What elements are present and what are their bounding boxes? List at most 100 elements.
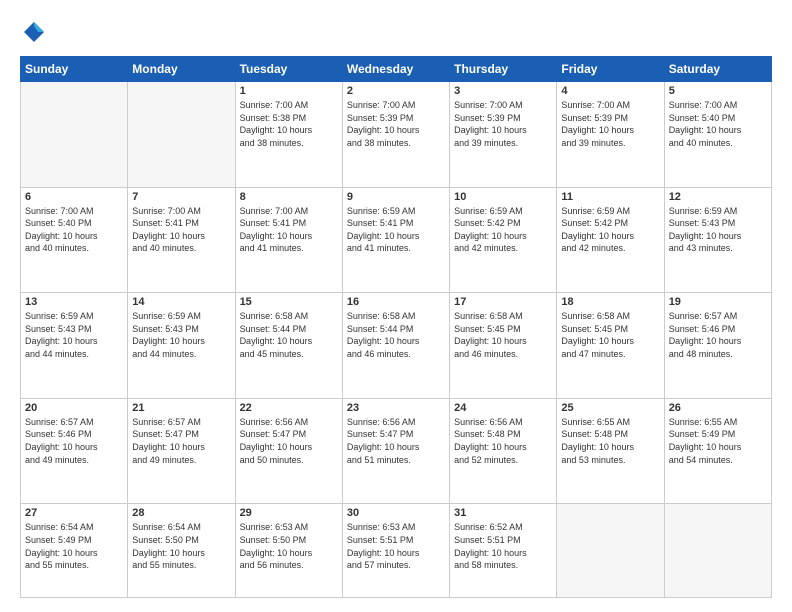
- calendar-cell: 7 Sunrise: 7:00 AMSunset: 5:41 PMDaylight…: [128, 187, 235, 293]
- calendar-cell: 22 Sunrise: 6:56 AMSunset: 5:47 PMDayligh…: [235, 398, 342, 504]
- calendar-cell: 25Sunrise: 6:55 AMSunset: 5:48 PMDayligh…: [557, 398, 664, 504]
- calendar-cell: 27Sunrise: 6:54 AMSunset: 5:49 PMDayligh…: [21, 504, 128, 598]
- day-number: 17: [454, 296, 552, 308]
- day-info: Sunrise: 7:00 AMSunset: 5:39 PMDaylight:…: [561, 99, 659, 149]
- day-number: 21: [132, 402, 230, 414]
- day-number: 6: [25, 191, 123, 203]
- day-number: 19: [669, 296, 767, 308]
- calendar-week-row: 13 Sunrise: 6:59 AMSunset: 5:43 PMDayligh…: [21, 293, 772, 399]
- calendar-cell: 1 Sunrise: 7:00 AMSunset: 5:38 PMDaylight…: [235, 82, 342, 188]
- day-info: Sunrise: 6:56 AMSunset: 5:47 PMDaylight:…: [347, 416, 445, 466]
- calendar-header-monday: Monday: [128, 57, 235, 82]
- logo-icon: [20, 18, 48, 46]
- calendar-header-saturday: Saturday: [664, 57, 771, 82]
- header: [20, 18, 772, 46]
- calendar-cell: 17Sunrise: 6:58 AMSunset: 5:45 PMDayligh…: [450, 293, 557, 399]
- calendar-cell: 31 Sunrise: 6:52 AMSunset: 5:51 PMDayligh…: [450, 504, 557, 598]
- calendar-cell: 24 Sunrise: 6:56 AMSunset: 5:48 PMDayligh…: [450, 398, 557, 504]
- day-number: 3: [454, 85, 552, 97]
- calendar-cell: 18 Sunrise: 6:58 AMSunset: 5:45 PMDayligh…: [557, 293, 664, 399]
- calendar-week-row: 27Sunrise: 6:54 AMSunset: 5:49 PMDayligh…: [21, 504, 772, 598]
- calendar-cell: 14 Sunrise: 6:59 AMSunset: 5:43 PMDayligh…: [128, 293, 235, 399]
- calendar-header-wednesday: Wednesday: [342, 57, 449, 82]
- day-info: Sunrise: 6:54 AMSunset: 5:49 PMDaylight:…: [25, 521, 123, 571]
- day-info: Sunrise: 7:00 AMSunset: 5:41 PMDaylight:…: [240, 205, 338, 255]
- calendar-cell: 11 Sunrise: 6:59 AMSunset: 5:42 PMDayligh…: [557, 187, 664, 293]
- calendar-header-sunday: Sunday: [21, 57, 128, 82]
- calendar-cell: 19 Sunrise: 6:57 AMSunset: 5:46 PMDayligh…: [664, 293, 771, 399]
- day-number: 4: [561, 85, 659, 97]
- calendar-week-row: 6 Sunrise: 7:00 AMSunset: 5:40 PMDaylight…: [21, 187, 772, 293]
- calendar-cell: 15 Sunrise: 6:58 AMSunset: 5:44 PMDayligh…: [235, 293, 342, 399]
- calendar-cell: 21 Sunrise: 6:57 AMSunset: 5:47 PMDayligh…: [128, 398, 235, 504]
- day-number: 25: [561, 402, 659, 414]
- calendar-cell: 12Sunrise: 6:59 AMSunset: 5:43 PMDayligh…: [664, 187, 771, 293]
- calendar-cell: 26Sunrise: 6:55 AMSunset: 5:49 PMDayligh…: [664, 398, 771, 504]
- day-info: Sunrise: 6:59 AMSunset: 5:42 PMDaylight:…: [454, 205, 552, 255]
- day-info: Sunrise: 7:00 AMSunset: 5:40 PMDaylight:…: [669, 99, 767, 149]
- day-number: 10: [454, 191, 552, 203]
- day-number: 16: [347, 296, 445, 308]
- calendar-cell: 2Sunrise: 7:00 AMSunset: 5:39 PMDaylight…: [342, 82, 449, 188]
- day-number: 7: [132, 191, 230, 203]
- day-info: Sunrise: 6:59 AMSunset: 5:42 PMDaylight:…: [561, 205, 659, 255]
- calendar-cell: 20Sunrise: 6:57 AMSunset: 5:46 PMDayligh…: [21, 398, 128, 504]
- day-number: 5: [669, 85, 767, 97]
- calendar-header-friday: Friday: [557, 57, 664, 82]
- day-info: Sunrise: 7:00 AMSunset: 5:38 PMDaylight:…: [240, 99, 338, 149]
- day-number: 30: [347, 507, 445, 519]
- day-number: 24: [454, 402, 552, 414]
- day-info: Sunrise: 7:00 AMSunset: 5:41 PMDaylight:…: [132, 205, 230, 255]
- day-number: 11: [561, 191, 659, 203]
- day-info: Sunrise: 6:59 AMSunset: 5:43 PMDaylight:…: [132, 310, 230, 360]
- calendar-cell: 29Sunrise: 6:53 AMSunset: 5:50 PMDayligh…: [235, 504, 342, 598]
- calendar-cell: 4 Sunrise: 7:00 AMSunset: 5:39 PMDaylight…: [557, 82, 664, 188]
- day-number: 20: [25, 402, 123, 414]
- calendar-cell: [557, 504, 664, 598]
- day-number: 18: [561, 296, 659, 308]
- calendar-cell: 6 Sunrise: 7:00 AMSunset: 5:40 PMDaylight…: [21, 187, 128, 293]
- day-info: Sunrise: 6:54 AMSunset: 5:50 PMDaylight:…: [132, 521, 230, 571]
- calendar-header-row: SundayMondayTuesdayWednesdayThursdayFrid…: [21, 57, 772, 82]
- calendar-cell: [664, 504, 771, 598]
- day-info: Sunrise: 6:59 AMSunset: 5:43 PMDaylight:…: [25, 310, 123, 360]
- day-number: 31: [454, 507, 552, 519]
- day-info: Sunrise: 6:58 AMSunset: 5:44 PMDaylight:…: [347, 310, 445, 360]
- day-info: Sunrise: 7:00 AMSunset: 5:40 PMDaylight:…: [25, 205, 123, 255]
- calendar-cell: 16 Sunrise: 6:58 AMSunset: 5:44 PMDayligh…: [342, 293, 449, 399]
- day-info: Sunrise: 6:53 AMSunset: 5:51 PMDaylight:…: [347, 521, 445, 571]
- day-info: Sunrise: 6:58 AMSunset: 5:45 PMDaylight:…: [561, 310, 659, 360]
- day-number: 8: [240, 191, 338, 203]
- day-info: Sunrise: 6:57 AMSunset: 5:47 PMDaylight:…: [132, 416, 230, 466]
- calendar-header-thursday: Thursday: [450, 57, 557, 82]
- calendar-cell: 8 Sunrise: 7:00 AMSunset: 5:41 PMDaylight…: [235, 187, 342, 293]
- day-info: Sunrise: 6:55 AMSunset: 5:49 PMDaylight:…: [669, 416, 767, 466]
- day-info: Sunrise: 6:57 AMSunset: 5:46 PMDaylight:…: [669, 310, 767, 360]
- calendar-cell: 10 Sunrise: 6:59 AMSunset: 5:42 PMDayligh…: [450, 187, 557, 293]
- calendar-week-row: 1 Sunrise: 7:00 AMSunset: 5:38 PMDaylight…: [21, 82, 772, 188]
- day-number: 13: [25, 296, 123, 308]
- day-info: Sunrise: 7:00 AMSunset: 5:39 PMDaylight:…: [347, 99, 445, 149]
- calendar-cell: 23Sunrise: 6:56 AMSunset: 5:47 PMDayligh…: [342, 398, 449, 504]
- day-info: Sunrise: 6:59 AMSunset: 5:41 PMDaylight:…: [347, 205, 445, 255]
- calendar-week-row: 20Sunrise: 6:57 AMSunset: 5:46 PMDayligh…: [21, 398, 772, 504]
- calendar-cell: [21, 82, 128, 188]
- day-number: 9: [347, 191, 445, 203]
- day-info: Sunrise: 6:53 AMSunset: 5:50 PMDaylight:…: [240, 521, 338, 571]
- day-info: Sunrise: 6:56 AMSunset: 5:48 PMDaylight:…: [454, 416, 552, 466]
- calendar-header-tuesday: Tuesday: [235, 57, 342, 82]
- day-info: Sunrise: 6:56 AMSunset: 5:47 PMDaylight:…: [240, 416, 338, 466]
- calendar-cell: 5 Sunrise: 7:00 AMSunset: 5:40 PMDaylight…: [664, 82, 771, 188]
- page: SundayMondayTuesdayWednesdayThursdayFrid…: [0, 0, 792, 612]
- calendar-cell: [128, 82, 235, 188]
- day-info: Sunrise: 6:58 AMSunset: 5:44 PMDaylight:…: [240, 310, 338, 360]
- day-number: 14: [132, 296, 230, 308]
- logo: [20, 18, 52, 46]
- day-number: 15: [240, 296, 338, 308]
- day-number: 22: [240, 402, 338, 414]
- calendar-cell: 13 Sunrise: 6:59 AMSunset: 5:43 PMDayligh…: [21, 293, 128, 399]
- calendar-cell: 3Sunrise: 7:00 AMSunset: 5:39 PMDaylight…: [450, 82, 557, 188]
- day-number: 12: [669, 191, 767, 203]
- day-number: 1: [240, 85, 338, 97]
- day-info: Sunrise: 6:52 AMSunset: 5:51 PMDaylight:…: [454, 521, 552, 571]
